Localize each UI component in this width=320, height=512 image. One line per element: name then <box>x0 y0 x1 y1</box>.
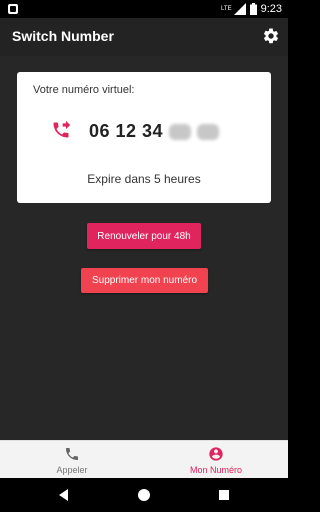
nav-label-my-number: Mon Numéro <box>189 465 243 475</box>
gear-icon[interactable] <box>262 27 280 45</box>
main-content: Votre numéro virtuel: 06 12 34 Expire da… <box>0 56 288 440</box>
nav-item-my-number[interactable]: Mon Numéro <box>144 441 288 479</box>
system-navigation-bar <box>0 478 288 512</box>
home-icon[interactable] <box>136 487 152 503</box>
expire-text: Expire dans 5 heures <box>87 172 201 186</box>
signal-icon <box>233 3 246 15</box>
nav-item-call[interactable]: Appeler <box>0 441 144 479</box>
app-notification-icon <box>8 4 18 14</box>
app-title: Switch Number <box>12 28 114 44</box>
hidden-digits-blur <box>169 123 192 140</box>
app-bar: Switch Number <box>0 18 288 56</box>
delete-number-button[interactable]: Supprimer mon numéro <box>81 268 208 293</box>
status-time: 9:23 <box>260 3 282 15</box>
account-icon <box>209 447 223 461</box>
recents-icon[interactable] <box>216 487 232 503</box>
virtual-number-text: 06 12 34 <box>89 121 164 141</box>
back-icon[interactable] <box>56 487 72 503</box>
lte-label: LTE <box>221 6 232 12</box>
status-icons: LTE 9:23 <box>221 0 282 18</box>
virtual-number-card: Votre numéro virtuel: 06 12 34 Expire da… <box>17 72 271 203</box>
card-label: Votre numéro virtuel: <box>33 84 135 96</box>
bottom-navigation: Appeler Mon Numéro <box>0 440 288 479</box>
renew-button[interactable]: Renouveler pour 48h <box>87 223 201 249</box>
hidden-digits-blur <box>197 123 220 140</box>
phone-icon <box>66 448 78 460</box>
virtual-number: 06 12 34 <box>89 121 220 142</box>
phone-forward-icon <box>53 120 71 138</box>
battery-icon <box>249 3 257 15</box>
status-bar: LTE 9:23 <box>0 0 288 18</box>
nav-label-call: Appeler <box>56 465 88 475</box>
